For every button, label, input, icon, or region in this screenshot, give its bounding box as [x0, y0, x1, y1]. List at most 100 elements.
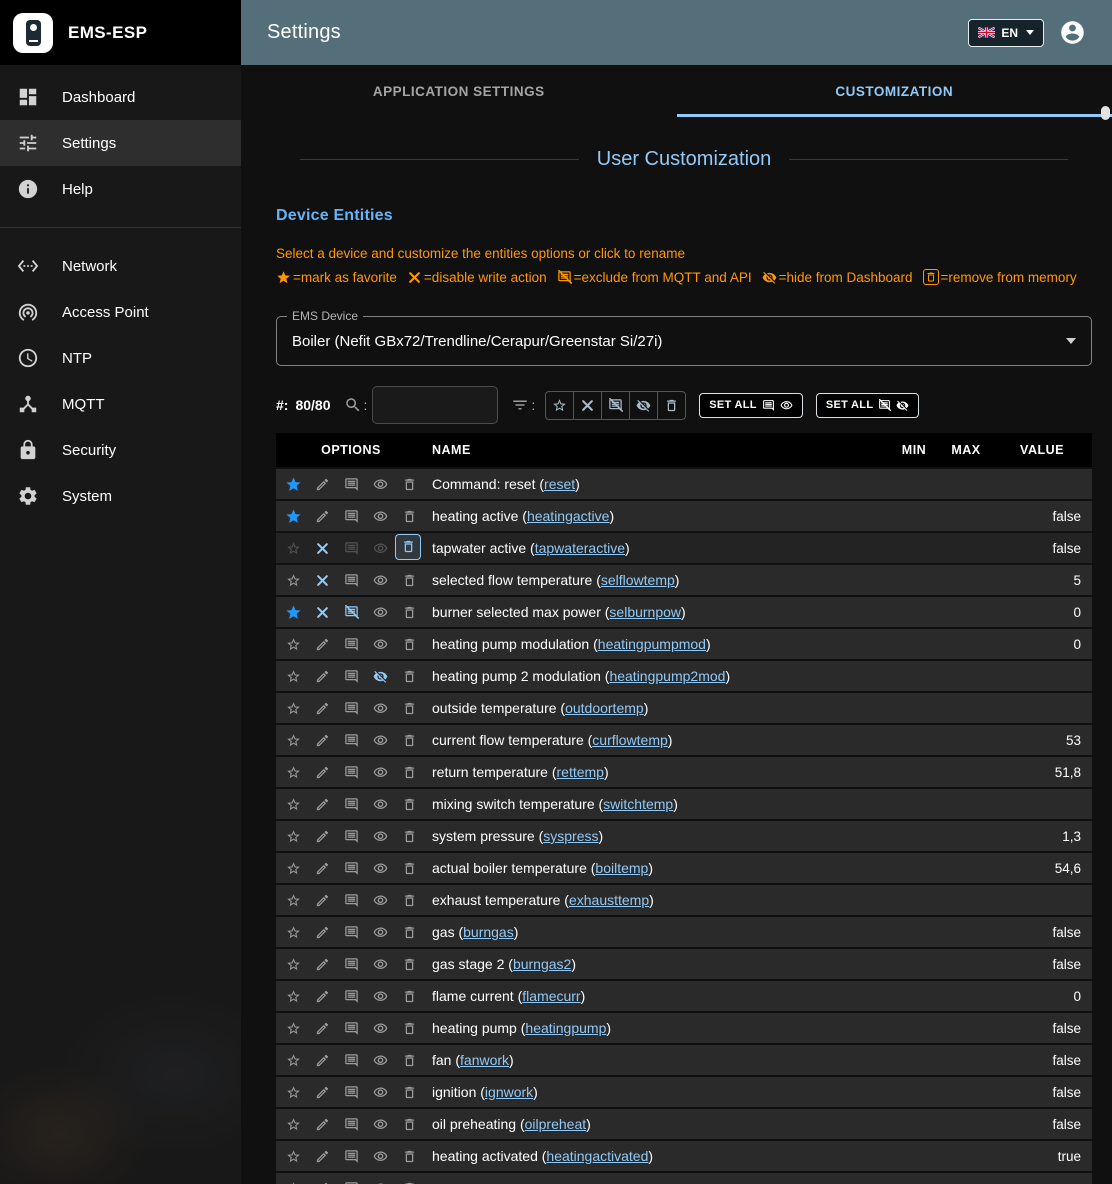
favorite-toggle[interactable]: [279, 1046, 308, 1075]
hide-dashboard-toggle[interactable]: [366, 950, 395, 979]
entity-row[interactable]: return temperature (rettemp)51,8: [276, 757, 1092, 787]
disable-write-toggle[interactable]: [308, 566, 337, 595]
remove-memory-toggle[interactable]: [395, 822, 424, 851]
remove-memory-toggle[interactable]: [395, 630, 424, 659]
exclude-mqtt-toggle[interactable]: [337, 1014, 366, 1043]
favorite-toggle[interactable]: [279, 470, 308, 499]
favorite-toggle[interactable]: [279, 502, 308, 531]
exclude-mqtt-toggle[interactable]: [337, 854, 366, 883]
sidebar-item-mqtt[interactable]: MQTT: [0, 381, 241, 427]
remove-memory-toggle[interactable]: [395, 470, 424, 499]
entity-id-link[interactable]: heatingpumpmod: [598, 636, 706, 652]
entity-row[interactable]: [276, 1173, 1092, 1184]
disable-write-toggle[interactable]: [308, 918, 337, 947]
disable-write-toggle[interactable]: [308, 1046, 337, 1075]
favorite-toggle[interactable]: [279, 758, 308, 787]
entity-row[interactable]: gas stage 2 (burngas2)false: [276, 949, 1092, 979]
exclude-mqtt-toggle[interactable]: [337, 982, 366, 1011]
entity-row[interactable]: selected flow temperature (selflowtemp)5: [276, 565, 1092, 595]
filter-toggle-star-outline[interactable]: [545, 391, 574, 420]
entity-id-link[interactable]: heatingactivated: [546, 1148, 648, 1164]
favorite-toggle[interactable]: [279, 726, 308, 755]
favorite-toggle[interactable]: [279, 822, 308, 851]
hide-dashboard-toggle[interactable]: [366, 598, 395, 627]
disable-write-toggle[interactable]: [308, 790, 337, 819]
remove-memory-toggle[interactable]: [395, 1078, 424, 1107]
entity-id-link[interactable]: curflowtemp: [592, 732, 667, 748]
exclude-mqtt-toggle[interactable]: [337, 950, 366, 979]
entity-id-link[interactable]: flamecurr: [522, 988, 580, 1004]
disable-write-toggle[interactable]: [308, 630, 337, 659]
exclude-mqtt-toggle[interactable]: [337, 918, 366, 947]
exclude-mqtt-toggle[interactable]: [337, 1046, 366, 1075]
remove-memory-toggle[interactable]: [395, 950, 424, 979]
disable-write-toggle[interactable]: [308, 502, 337, 531]
entity-row[interactable]: heating pump 2 modulation (heatingpump2m…: [276, 661, 1092, 691]
entity-row[interactable]: ignition (ignwork)false: [276, 1077, 1092, 1107]
entity-id-link[interactable]: burngas: [463, 924, 514, 940]
entity-id-link[interactable]: rettemp: [557, 764, 604, 780]
entity-row[interactable]: heating active (heatingactive)false: [276, 501, 1092, 531]
ems-device-select[interactable]: EMS Device Boiler (Nefit GBx72/Trendline…: [276, 316, 1092, 366]
entity-row[interactable]: Command: reset (reset): [276, 469, 1092, 499]
entity-id-link[interactable]: selburnpow: [609, 604, 681, 620]
entity-search-input[interactable]: [372, 386, 498, 424]
remove-memory-toggle[interactable]: [395, 1174, 424, 1184]
sidebar-item-ntp[interactable]: NTP: [0, 335, 241, 381]
hide-dashboard-toggle[interactable]: [366, 1110, 395, 1139]
remove-memory-toggle[interactable]: [395, 726, 424, 755]
favorite-toggle[interactable]: [279, 1014, 308, 1043]
account-button[interactable]: [1059, 19, 1086, 46]
filter-toggle-delete[interactable]: [657, 391, 686, 420]
exclude-mqtt-toggle[interactable]: [337, 886, 366, 915]
hide-dashboard-toggle[interactable]: [366, 1046, 395, 1075]
remove-memory-toggle[interactable]: [395, 918, 424, 947]
disable-write-toggle[interactable]: [308, 662, 337, 691]
entity-row[interactable]: heating pump (heatingpump)false: [276, 1013, 1092, 1043]
disable-write-toggle[interactable]: [308, 1142, 337, 1171]
entity-row[interactable]: tapwater active (tapwateractive)false: [276, 533, 1092, 563]
sidebar-item-help[interactable]: Help: [0, 166, 241, 212]
favorite-toggle[interactable]: [279, 534, 308, 563]
exclude-mqtt-toggle[interactable]: [337, 790, 366, 819]
disable-write-toggle[interactable]: [308, 1014, 337, 1043]
favorite-toggle[interactable]: [279, 662, 308, 691]
entity-id-link[interactable]: tapwateractive: [535, 540, 625, 556]
entity-id-link[interactable]: selflowtemp: [601, 572, 675, 588]
filter-toggle-eye-off[interactable]: [629, 391, 658, 420]
exclude-mqtt-toggle[interactable]: [337, 1142, 366, 1171]
exclude-mqtt-toggle[interactable]: [337, 534, 366, 563]
hide-dashboard-toggle[interactable]: [366, 886, 395, 915]
hide-dashboard-toggle[interactable]: [366, 982, 395, 1011]
disable-write-toggle[interactable]: [308, 1174, 337, 1184]
remove-memory-toggle[interactable]: [395, 1014, 424, 1043]
favorite-toggle[interactable]: [279, 1174, 308, 1184]
remove-memory-toggle[interactable]: [395, 790, 424, 819]
hide-dashboard-toggle[interactable]: [366, 1014, 395, 1043]
exclude-mqtt-toggle[interactable]: [337, 470, 366, 499]
entity-row[interactable]: fan (fanwork)false: [276, 1045, 1092, 1075]
remove-memory-toggle[interactable]: [395, 758, 424, 787]
remove-memory-toggle[interactable]: [395, 1110, 424, 1139]
remove-memory-toggle[interactable]: [395, 662, 424, 691]
favorite-toggle[interactable]: [279, 790, 308, 819]
entity-id-link[interactable]: fanwork: [460, 1052, 509, 1068]
favorite-toggle[interactable]: [279, 694, 308, 723]
favorite-toggle[interactable]: [279, 1078, 308, 1107]
hide-dashboard-toggle[interactable]: [366, 1078, 395, 1107]
hide-dashboard-toggle[interactable]: [366, 470, 395, 499]
entity-row[interactable]: exhaust temperature (exhausttemp): [276, 885, 1092, 915]
entity-row[interactable]: gas (burngas)false: [276, 917, 1092, 947]
entity-row[interactable]: oil preheating (oilpreheat)false: [276, 1109, 1092, 1139]
favorite-toggle[interactable]: [279, 982, 308, 1011]
disable-write-toggle[interactable]: [308, 854, 337, 883]
favorite-toggle[interactable]: [279, 598, 308, 627]
disable-write-toggle[interactable]: [308, 1078, 337, 1107]
remove-memory-toggle[interactable]: [395, 854, 424, 883]
entity-row[interactable]: burner selected max power (selburnpow)0: [276, 597, 1092, 627]
hide-dashboard-toggle[interactable]: [366, 790, 395, 819]
exclude-mqtt-toggle[interactable]: [337, 662, 366, 691]
remove-memory-toggle[interactable]: [395, 566, 424, 595]
favorite-toggle[interactable]: [279, 566, 308, 595]
hide-dashboard-toggle[interactable]: [366, 918, 395, 947]
